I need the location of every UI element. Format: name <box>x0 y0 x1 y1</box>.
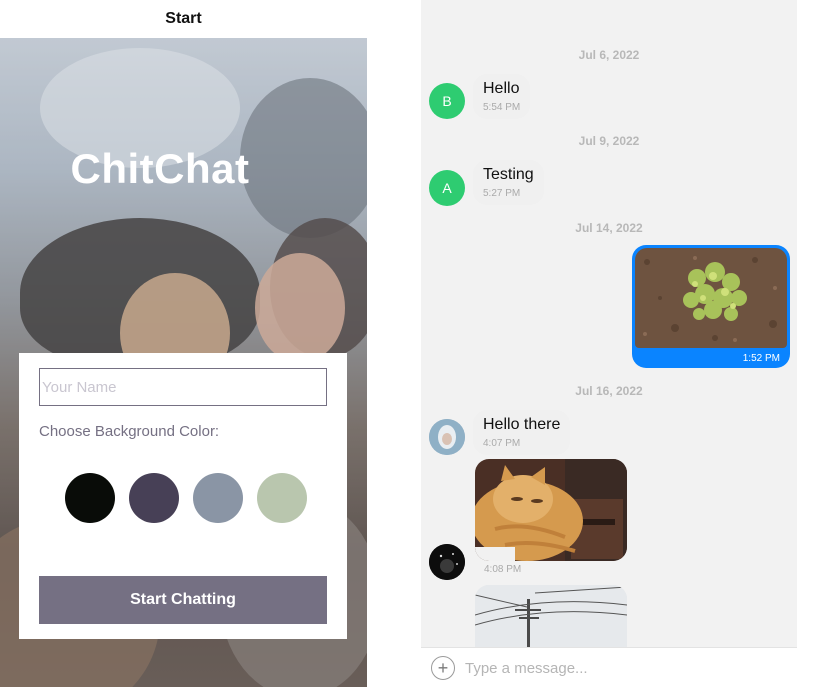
avatar[interactable]: A <box>429 170 465 206</box>
message-time: 1:52 PM <box>742 353 780 364</box>
avatar[interactable] <box>429 544 465 580</box>
date-separator: Jul 9, 2022 <box>578 134 640 148</box>
color-label: Choose Background Color: <box>39 423 220 440</box>
color-swatches <box>65 473 307 523</box>
message-text: Hello there <box>483 416 561 433</box>
message-time: 5:27 PM <box>483 188 521 199</box>
cat-photo-icon <box>475 459 627 561</box>
name-input[interactable] <box>39 368 327 406</box>
color-swatch-purple[interactable] <box>129 473 179 523</box>
message-time: 4:07 PM <box>483 438 521 449</box>
color-swatch-gray[interactable] <box>193 473 243 523</box>
start-screen: Start ChitChat Choose Background Color: … <box>0 0 367 687</box>
add-attachment-icon[interactable]: + <box>431 656 455 680</box>
plant-photo-icon <box>635 248 787 348</box>
sent-image-bubble[interactable]: 1:52 PM <box>632 245 790 368</box>
message-bubble: Hello 5:54 PM <box>473 74 531 119</box>
user-avatar-photo-icon <box>429 544 465 580</box>
message-text: Testing <box>483 166 534 183</box>
nav-title: Start <box>165 10 202 27</box>
app-screens: Start ChitChat Choose Background Color: … <box>0 0 813 687</box>
avatar[interactable] <box>429 419 465 455</box>
received-image-bubble[interactable] <box>475 459 627 561</box>
message-text: Hello <box>483 80 520 97</box>
message-time: 5:54 PM <box>483 102 521 113</box>
date-separator: Jul 14, 2022 <box>575 221 643 235</box>
message-input[interactable] <box>465 654 785 682</box>
color-swatch-black[interactable] <box>65 473 115 523</box>
message-composer: + <box>421 647 797 687</box>
start-form-card: Choose Background Color: Start Chatting <box>19 353 347 639</box>
date-separator: Jul 6, 2022 <box>578 48 640 62</box>
message-bubble: Testing 5:27 PM <box>473 160 544 205</box>
color-swatch-green[interactable] <box>257 473 307 523</box>
date-separator: Jul 16, 2022 <box>575 384 643 398</box>
app-title: ChitChat <box>70 145 250 192</box>
start-chatting-button[interactable]: Start Chatting <box>39 576 327 624</box>
chat-screen: Jul 6, 2022 B Hello 5:54 PM Jul 9, 2022 … <box>421 0 797 687</box>
message-bubble: Hello there 4:07 PM <box>473 410 571 455</box>
user-avatar-photo-icon <box>429 419 465 455</box>
message-time: 4:08 PM <box>484 564 522 575</box>
avatar[interactable]: B <box>429 83 465 119</box>
